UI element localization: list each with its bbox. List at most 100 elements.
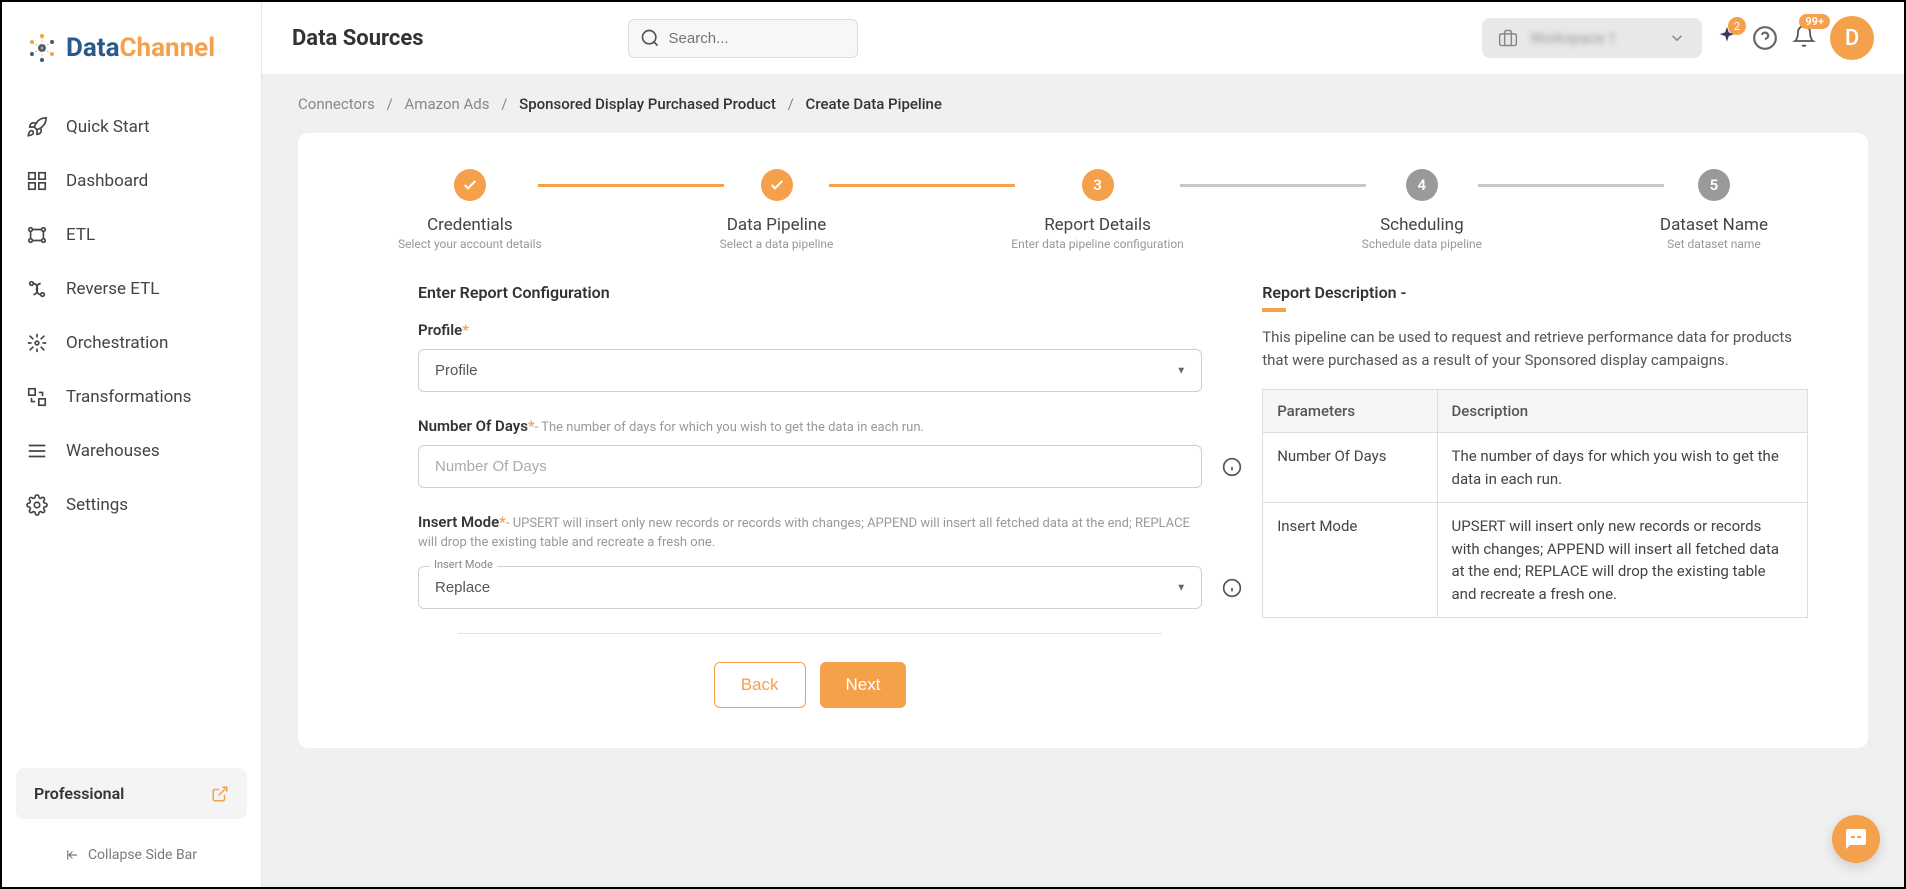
accent-bar <box>1262 308 1286 312</box>
form-left: Enter Report Configuration Profile* Prof… <box>338 283 1202 708</box>
cell-param: Insert Mode <box>1263 503 1437 618</box>
description-text: This pipeline can be used to request and… <box>1262 326 1808 371</box>
search-box <box>628 19 858 58</box>
step-circle <box>454 169 486 201</box>
step-circle <box>761 169 793 201</box>
notification-button[interactable]: 99+ <box>1792 24 1816 52</box>
step-scheduling: 4 Scheduling Schedule data pipeline <box>1362 169 1482 251</box>
section-title: Enter Report Configuration <box>418 283 1202 302</box>
step-circle: 3 <box>1082 169 1114 201</box>
step-data-pipeline: Data Pipeline Select a data pipeline <box>720 169 834 251</box>
sidebar-item-label: Orchestration <box>66 333 168 353</box>
avatar[interactable]: D <box>1830 16 1874 60</box>
sidebar-item-orchestration[interactable]: Orchestration <box>2 316 261 370</box>
description-panel: Report Description - This pipeline can b… <box>1262 283 1828 708</box>
sidebar-item-label: ETL <box>66 225 95 245</box>
dashboard-icon <box>26 170 48 192</box>
etl-icon <box>26 224 48 246</box>
field-label: Number Of Days*- The number of days for … <box>418 417 924 435</box>
sidebar-item-settings[interactable]: Settings <box>2 478 261 532</box>
plan-badge[interactable]: Professional <box>16 768 247 819</box>
header: Data Sources Workspace 1 2 99+ <box>262 2 1904 75</box>
external-link-icon <box>211 785 229 803</box>
step-title: Credentials <box>427 215 513 235</box>
step-title: Scheduling <box>1380 215 1464 235</box>
step-desc: Enter data pipeline configuration <box>1011 237 1184 251</box>
field-legend: Insert Mode <box>430 558 497 571</box>
parameters-table: Parameters Description Number Of Days Th… <box>1262 389 1808 618</box>
form-area: Enter Report Configuration Profile* Prof… <box>338 283 1828 708</box>
field-days: Number Of Days*- The number of days for … <box>418 416 1202 488</box>
cell-desc: UPSERT will insert only new records or r… <box>1437 503 1807 618</box>
breadcrumb-item: Sponsored Display Purchased Product <box>519 95 776 113</box>
check-icon <box>462 177 478 193</box>
info-icon[interactable] <box>1222 457 1242 477</box>
brand-text: DataChannel <box>66 33 215 63</box>
chat-fab[interactable] <box>1832 815 1880 863</box>
sparkle-button[interactable]: 2 <box>1716 25 1738 51</box>
step-title: Dataset Name <box>1660 215 1768 235</box>
header-right: Workspace 1 2 99+ D <box>1482 16 1874 60</box>
sidebar-item-label: Warehouses <box>66 441 160 461</box>
cell-param: Number Of Days <box>1263 433 1437 503</box>
workspace-selector[interactable]: Workspace 1 <box>1482 18 1702 58</box>
insert-mode-select[interactable]: Replace <box>418 566 1202 609</box>
search-icon <box>640 28 660 48</box>
cell-desc: The number of days for which you wish to… <box>1437 433 1807 503</box>
step-report-details: 3 Report Details Enter data pipeline con… <box>1011 169 1184 251</box>
back-button[interactable]: Back <box>714 662 806 708</box>
collapse-label: Collapse Side Bar <box>88 847 197 863</box>
sidebar-item-label: Settings <box>66 495 128 515</box>
sidebar: DataChannel Quick Start Dashboard ETL Re… <box>2 2 262 887</box>
rocket-icon <box>26 116 48 138</box>
notification-badge: 99+ <box>1799 14 1830 29</box>
table-header-param: Parameters <box>1263 390 1437 433</box>
field-insert-mode: Insert Mode*- UPSERT will insert only ne… <box>418 512 1202 609</box>
profile-select[interactable]: Profile <box>418 349 1202 392</box>
warehouses-icon <box>26 440 48 462</box>
sidebar-item-etl[interactable]: ETL <box>2 208 261 262</box>
days-input[interactable] <box>418 445 1202 488</box>
stepper: Credentials Select your account details … <box>398 169 1768 251</box>
breadcrumb-item[interactable]: Amazon Ads <box>405 95 490 113</box>
sidebar-item-label: Reverse ETL <box>66 279 159 299</box>
step-circle: 5 <box>1698 169 1730 201</box>
main: Data Sources Workspace 1 2 99+ <box>262 2 1904 887</box>
next-button[interactable]: Next <box>820 662 907 708</box>
sidebar-item-transformations[interactable]: Transformations <box>2 370 261 424</box>
logo-icon <box>26 32 58 64</box>
divider <box>458 633 1162 634</box>
step-dataset-name: 5 Dataset Name Set dataset name <box>1660 169 1768 251</box>
brand-logo: DataChannel <box>2 2 261 88</box>
field-profile: Profile* Profile <box>418 320 1202 392</box>
sidebar-item-dashboard[interactable]: Dashboard <box>2 154 261 208</box>
description-title: Report Description - <box>1262 283 1808 302</box>
sidebar-item-warehouses[interactable]: Warehouses <box>2 424 261 478</box>
collapse-sidebar-button[interactable]: Collapse Side Bar <box>2 831 261 887</box>
breadcrumb-item: Create Data Pipeline <box>806 95 942 113</box>
step-circle: 4 <box>1406 169 1438 201</box>
step-desc: Schedule data pipeline <box>1362 237 1482 251</box>
breadcrumb-item[interactable]: Connectors <box>298 95 375 113</box>
chat-icon <box>1844 827 1868 851</box>
sidebar-item-reverse-etl[interactable]: Reverse ETL <box>2 262 261 316</box>
help-icon[interactable] <box>1752 25 1778 51</box>
breadcrumb: Connectors / Amazon Ads / Sponsored Disp… <box>262 75 1904 125</box>
plan-label: Professional <box>34 784 124 803</box>
sidebar-item-label: Quick Start <box>66 117 150 137</box>
briefcase-icon <box>1498 28 1518 48</box>
page-title: Data Sources <box>292 26 424 51</box>
step-credentials: Credentials Select your account details <box>398 169 542 251</box>
orchestration-icon <box>26 332 48 354</box>
workspace-label: Workspace 1 <box>1530 29 1656 47</box>
transformations-icon <box>26 386 48 408</box>
sidebar-item-label: Transformations <box>66 387 191 407</box>
info-icon[interactable] <box>1222 578 1242 598</box>
step-desc: Select your account details <box>398 237 542 251</box>
step-title: Report Details <box>1044 215 1151 235</box>
search-input[interactable] <box>628 19 858 58</box>
sidebar-item-quick-start[interactable]: Quick Start <box>2 100 261 154</box>
table-header-desc: Description <box>1437 390 1807 433</box>
collapse-icon <box>66 848 80 862</box>
field-label: Profile* <box>418 321 469 339</box>
